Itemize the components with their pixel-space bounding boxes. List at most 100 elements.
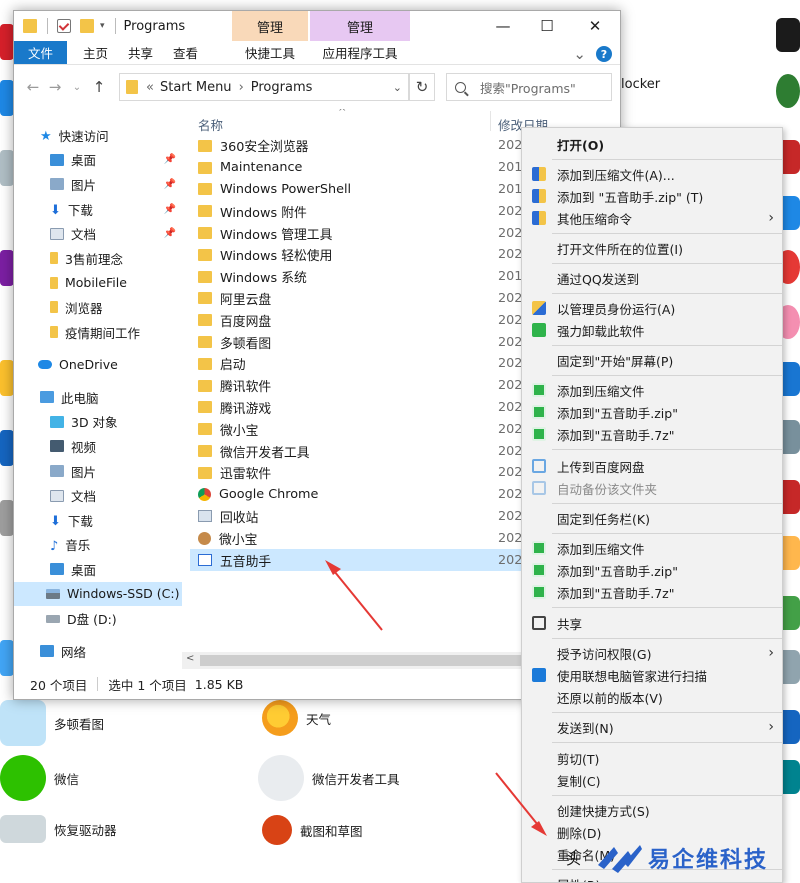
nav-onedrive[interactable]: OneDrive [14,352,182,377]
nav-item-pictures[interactable]: 图片 📌 [14,172,182,197]
desktop-partial-icon-5[interactable] [0,360,14,396]
column-name[interactable]: 名称 [198,115,223,134]
breadcrumb-start-menu[interactable]: Start Menu [160,80,232,95]
tab-share[interactable]: 共享 [118,41,163,64]
nav-network[interactable]: 网络 [14,639,182,664]
nav-pc-3d-objects[interactable]: 3D 对象 [14,410,182,435]
pin-icon[interactable]: 📌 [164,228,176,239]
menu-restore-version[interactable]: 还原以前的版本(V) [522,686,782,708]
menu-add-archive-3[interactable]: 添加到压缩文件 [522,537,782,559]
desktop-partial-icon-6[interactable] [0,430,14,466]
nav-item-folder-2[interactable]: MobileFile [14,271,182,296]
menu-upload-baidu[interactable]: 上传到百度网盘 [522,455,782,477]
tab-file[interactable]: 文件 [14,41,68,64]
nav-drive-d[interactable]: D盘 (D:) [14,606,182,631]
nav-pc-pictures[interactable]: 图片 [14,459,182,484]
nav-pc-music[interactable]: ♪ 音乐 [14,533,182,558]
breadcrumb-separator[interactable]: › [239,80,244,95]
nav-this-pc[interactable]: 此电脑 [14,385,182,410]
recent-dropdown-icon[interactable]: ⌄ [66,82,88,93]
menu-pin-start[interactable]: 固定到"开始"屏幕(P) [522,349,782,371]
column-divider[interactable] [490,111,491,131]
refresh-icon[interactable]: ↻ [409,73,435,101]
scrollbar-thumb[interactable] [200,655,540,666]
menu-add-archive-2[interactable]: 添加到压缩文件 [522,379,782,401]
menu-open[interactable]: 打开(O) [522,133,782,155]
desktop-partial-icon-4[interactable] [0,250,14,286]
menu-copy[interactable]: 复制(C) [522,769,782,791]
menu-add-7z-2[interactable]: 添加到"五音助手.7z" [522,423,782,445]
new-folder-icon[interactable] [80,19,94,33]
nav-item-documents[interactable]: 文档 📌 [14,221,182,246]
menu-add-7z-3[interactable]: 添加到"五音助手.7z" [522,581,782,603]
help-icon[interactable]: ? [596,46,612,62]
menu-lenovo-scan[interactable]: 使用联想电脑管家进行扫描 [522,664,782,686]
nav-item-folder-3[interactable]: 浏览器 [14,295,182,320]
menu-pin-taskbar[interactable]: 固定到任务栏(K) [522,507,782,529]
pin-icon[interactable]: 📌 [164,204,176,215]
close-button[interactable]: ✕ [572,11,618,41]
menu-open-location[interactable]: 打开文件所在的位置(I) [522,237,782,259]
menu-add-zip-2[interactable]: 添加到"五音助手.zip" [522,401,782,423]
menu-grant-access[interactable]: 授予访问权限(G) › [522,642,782,664]
nav-pc-downloads[interactable]: ⬇ 下载 [14,508,182,533]
menu-cut[interactable]: 剪切(T) [522,747,782,769]
nav-pc-videos[interactable]: 视频 [14,434,182,459]
nav-item-folder-4[interactable]: 疫情期间工作 [14,320,182,345]
menu-add-zip-t[interactable]: 添加到 "五音助手.zip" (T) [522,185,782,207]
tab-app-tools[interactable]: 应用程序工具 [310,41,410,64]
nav-quick-access[interactable]: ★ 快速访问 [14,123,182,148]
desktop-partial-icon-7[interactable] [0,500,14,536]
menu-force-uninstall[interactable]: 强力卸载此软件 [522,319,782,341]
forward-arrow-icon[interactable]: → [44,78,66,96]
scroll-left-icon[interactable]: < [186,653,194,664]
desktop-icon-wechat[interactable]: 微信 [0,755,79,801]
tab-home[interactable]: 主页 [73,41,118,64]
desktop-icon-recovery-drive[interactable]: 恢复驱动器 [0,815,117,843]
menu-create-shortcut[interactable]: 创建快捷方式(S) [522,799,782,821]
address-bar[interactable]: « Start Menu › Programs ⌄ [119,73,409,101]
breadcrumb-overflow[interactable]: « [146,80,154,95]
desktop-icon-wechat-devtools[interactable]: 微信开发者工具 [258,755,400,801]
up-arrow-icon[interactable]: ↑ [88,78,110,96]
desktop-icon-snip-sketch[interactable]: 截图和草图 [262,815,363,845]
desktop-partial-icon-2[interactable] [0,80,14,116]
pin-icon[interactable]: 📌 [164,179,176,190]
chevron-down-icon[interactable]: ⌄ [393,81,402,94]
nav-item-desktop[interactable]: 桌面 📌 [14,148,182,173]
search-input[interactable]: 搜索"Programs" [446,73,612,101]
pin-icon[interactable]: 📌 [164,154,176,165]
maximize-button[interactable]: ☐ [524,11,570,41]
chevron-down-icon[interactable]: ⌄ [573,45,586,63]
menu-add-zip-3[interactable]: 添加到"五音助手.zip" [522,559,782,581]
nav-item-downloads[interactable]: ⬇ 下载 📌 [14,197,182,222]
menu-send-qq[interactable]: 通过QQ发送到 [522,267,782,289]
desktop-icon-weather[interactable]: 天气 [262,700,331,736]
desktop-partial-icon-r1[interactable] [776,18,800,52]
menu-send-to[interactable]: 发送到(N) › [522,716,782,738]
tab-view[interactable]: 查看 [163,41,208,64]
nav-pc-desktop[interactable]: 桌面 [14,557,182,582]
desktop-partial-icon-8[interactable] [0,640,14,676]
desktop-partial-icon-3[interactable] [0,150,14,186]
breadcrumb-programs[interactable]: Programs [251,80,313,95]
nav-drive-c[interactable]: Windows-SSD (C:) [14,581,182,607]
menu-add-archive-a[interactable]: 添加到压缩文件(A)... [522,163,782,185]
properties-check-icon[interactable] [57,19,71,33]
nav-pc-documents[interactable]: 文档 [14,483,182,508]
minimize-button[interactable]: — [480,11,526,41]
menu-other-compress[interactable]: 其他压缩命令 › [522,207,782,229]
title-bar[interactable]: ▾ Programs 管理 管理 — ☐ ✕ [14,11,620,41]
desktop-icon-duodun[interactable]: 多顿看图 [0,700,104,746]
menu-run-admin[interactable]: 以管理员身份运行(A) [522,297,782,319]
desktop-partial-icon-1[interactable] [0,24,14,60]
menu-share[interactable]: 共享 [522,612,782,634]
nav-item-folder-1[interactable]: 3售前理念 [14,246,182,271]
desktop-locker-label[interactable]: locker [621,77,660,92]
tab-shortcut-tools[interactable]: 快捷工具 [232,41,308,64]
menu-auto-backup[interactable]: 自动备份该文件夹 [522,477,782,499]
desktop-partial-icon-r2[interactable] [776,74,800,108]
nav-label: 网络 [61,644,87,660]
back-arrow-icon[interactable]: ← [22,78,44,96]
quick-access-dropdown-icon[interactable]: ▾ [100,21,105,31]
